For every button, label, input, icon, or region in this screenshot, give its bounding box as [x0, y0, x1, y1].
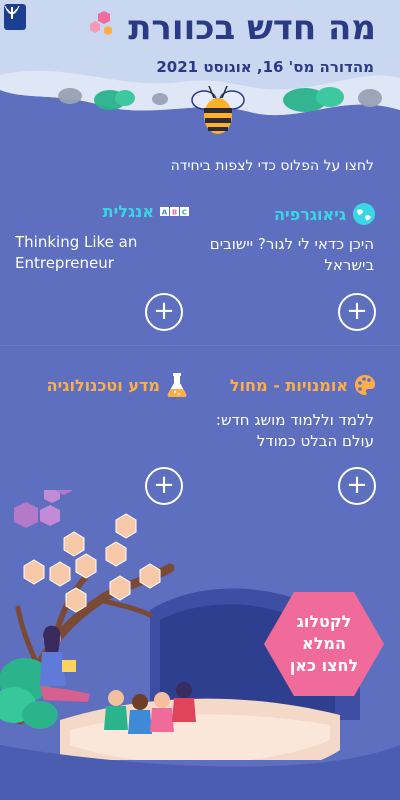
- catalog-label: לקטלוג המלא לחצו כאן: [289, 612, 359, 675]
- plus-icon: +: [346, 296, 368, 326]
- subject-description-english: Thinking Like an Entrepreneur: [15, 233, 138, 272]
- subject-description-geography: היכן כדאי לי לגור? יישובים בישראל: [209, 235, 374, 274]
- subject-description-arts-dance: ללמד וללמוד מושג חדש: עולם הבלט כמודל: [215, 411, 374, 450]
- svg-text:C: C: [182, 208, 187, 216]
- expand-english-button[interactable]: +: [145, 293, 183, 331]
- subject-title-geography: גיאוגרפיה: [274, 202, 376, 226]
- subject-label: אומנויות - מחול: [229, 375, 348, 395]
- edition-subtitle: מהדורה מס' 16, אוגוסט 2021: [156, 58, 374, 76]
- teacher-figure: [40, 625, 90, 702]
- globe-icon: [353, 203, 375, 225]
- full-catalog-button[interactable]: לקטלוג המלא לחצו כאן: [264, 592, 384, 696]
- subject-label: אנגלית: [102, 202, 154, 221]
- subject-label: גיאוגרפיה: [273, 204, 346, 224]
- instructions-text: לחצו על הפלוס כדי לצפות ביחידה: [170, 158, 374, 174]
- subject-title-science-tech: מדע וטכנולוגיה: [47, 372, 188, 398]
- section-divider: [0, 345, 400, 346]
- plus-icon: +: [153, 296, 175, 326]
- subject-title-english: A B C אנגלית: [103, 202, 190, 221]
- page-title: מה חדש בכוורת: [128, 8, 376, 48]
- expand-geography-button[interactable]: +: [338, 293, 376, 331]
- flask-icon: [167, 373, 187, 397]
- palette-icon: [355, 375, 375, 395]
- abc-blocks-icon: A B C: [160, 206, 189, 216]
- subject-title-arts-dance: אומנויות - מחול: [230, 374, 376, 396]
- hero-banner: מה חדש בכוורת מהדורה מס' 16, אוגוסט 2021: [0, 0, 400, 150]
- svg-text:A: A: [162, 208, 168, 216]
- government-emblem-icon: [4, 4, 26, 30]
- svg-text:B: B: [172, 208, 177, 216]
- subject-label: מדע וטכנולוגיה: [46, 375, 160, 395]
